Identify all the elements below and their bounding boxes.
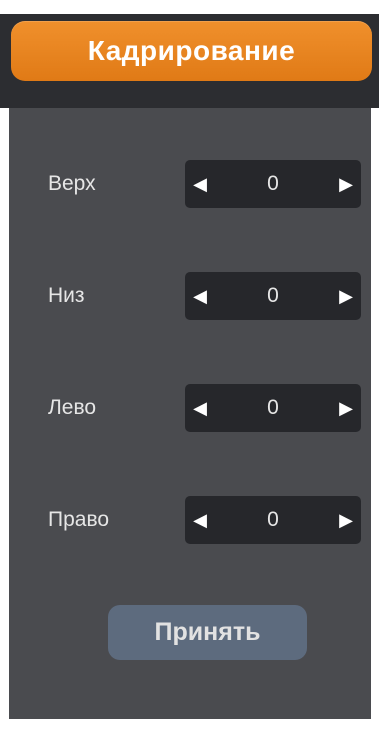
accept-button[interactable]: Принять	[108, 605, 307, 660]
increase-arrow-icon[interactable]: ▶	[331, 160, 361, 208]
right-label: Право	[48, 508, 110, 531]
increase-arrow-icon[interactable]: ▶	[331, 496, 361, 544]
decrease-arrow-icon[interactable]: ◀	[185, 496, 215, 544]
title-button[interactable]: Кадрирование	[11, 21, 372, 81]
decrease-arrow-icon[interactable]: ◀	[185, 160, 215, 208]
decrease-arrow-icon[interactable]: ◀	[185, 384, 215, 432]
bottom-value[interactable]: 0	[215, 272, 331, 320]
bottom-label: Низ	[48, 284, 85, 307]
bottom-stepper[interactable]: ◀ 0 ▶	[185, 272, 361, 320]
panel-header: Кадрирование	[0, 0, 379, 108]
top-label: Верх	[48, 172, 96, 195]
right-stepper[interactable]: ◀ 0 ▶	[185, 496, 361, 544]
left-label: Лево	[48, 396, 97, 419]
increase-arrow-icon[interactable]: ▶	[331, 384, 361, 432]
top-value[interactable]: 0	[215, 160, 331, 208]
panel-right-edge	[371, 108, 379, 731]
increase-arrow-icon[interactable]: ▶	[331, 272, 361, 320]
left-value[interactable]: 0	[215, 384, 331, 432]
left-stepper[interactable]: ◀ 0 ▶	[185, 384, 361, 432]
right-value[interactable]: 0	[215, 496, 331, 544]
crop-panel: Кадрирование Верх ◀ 0 ▶ Низ ◀ 0 ▶ Лево ◀…	[0, 0, 379, 731]
panel-bottom-edge	[0, 719, 379, 731]
top-stepper[interactable]: ◀ 0 ▶	[185, 160, 361, 208]
panel-left-edge	[0, 108, 9, 731]
decrease-arrow-icon[interactable]: ◀	[185, 272, 215, 320]
